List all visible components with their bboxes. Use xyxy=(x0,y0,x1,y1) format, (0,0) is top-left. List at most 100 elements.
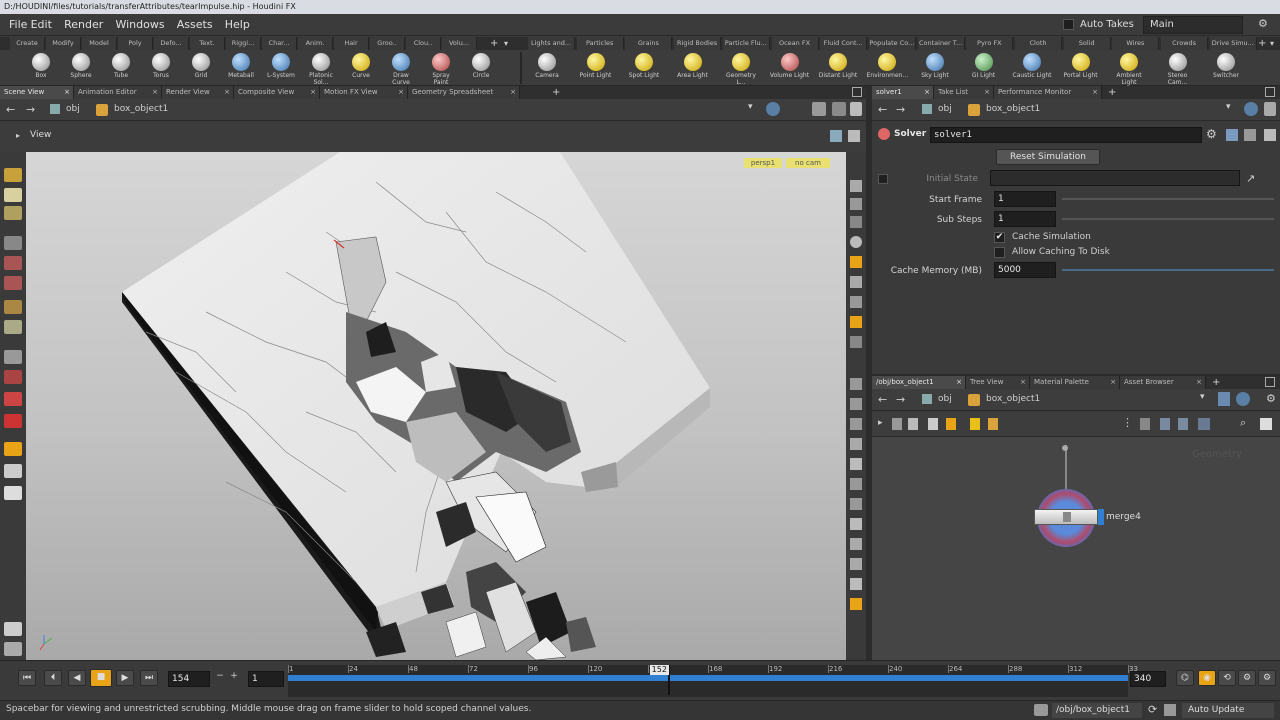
shelf-tool[interactable]: GI Light xyxy=(964,51,1004,85)
cache-memory-field[interactable]: 5000 xyxy=(994,262,1056,278)
rotate-tool-icon[interactable] xyxy=(4,256,22,270)
shelf-tab[interactable]: Pyro FX xyxy=(966,37,1014,50)
net-path-root[interactable]: obj xyxy=(938,394,952,404)
path-root[interactable]: obj xyxy=(66,104,80,114)
global-animation-icon[interactable]: ⚙ xyxy=(1258,670,1276,686)
tab-close-icon[interactable]: × xyxy=(1092,86,1098,99)
shelf-tool[interactable]: Geometry L... xyxy=(721,51,761,86)
hull-icon[interactable] xyxy=(850,518,862,530)
viewer-help-icon[interactable] xyxy=(850,102,862,116)
shelf-tool[interactable]: Grid xyxy=(184,51,218,85)
shelf-tool[interactable]: Caustic Light xyxy=(1012,51,1052,85)
play-reverse-icon[interactable]: ◀ xyxy=(68,670,86,686)
parm-path-root[interactable]: obj xyxy=(938,104,952,114)
tab-close-icon[interactable]: × xyxy=(398,86,404,99)
paint-tool-icon[interactable] xyxy=(4,320,22,334)
scale-tool-icon[interactable] xyxy=(4,276,22,290)
start-frame-slider[interactable] xyxy=(1062,198,1274,200)
shelf-tab[interactable]: Defo... xyxy=(154,37,189,50)
shelf-tab[interactable]: Container T... xyxy=(917,37,965,50)
refresh-icon[interactable]: ⟳ xyxy=(1148,703,1157,716)
vertex-icon[interactable] xyxy=(850,458,862,470)
shelf-tool[interactable]: Stereo Cam... xyxy=(1158,51,1198,86)
current-frame-field[interactable]: 154 xyxy=(168,671,210,687)
node-link-icon[interactable] xyxy=(1244,129,1256,141)
shelf-tool[interactable]: Platonic Sol... xyxy=(304,51,338,86)
shelf-tool[interactable]: Torus xyxy=(144,51,178,85)
display-options-icon[interactable] xyxy=(812,102,826,116)
shelf-tool[interactable]: Circle xyxy=(464,51,498,85)
forward-arrow-icon[interactable]: → xyxy=(26,103,35,116)
play-forward-icon[interactable]: ▶ xyxy=(116,670,134,686)
brush-tool-icon[interactable] xyxy=(4,300,22,314)
viewer-snap-icon[interactable] xyxy=(830,130,842,142)
node-info-icon[interactable] xyxy=(1226,129,1238,141)
shelf-tab[interactable]: Populate Co... xyxy=(868,37,916,50)
net-layout-icon[interactable] xyxy=(892,418,902,430)
parm-back-icon[interactable]: ← xyxy=(878,103,887,116)
shelf-tool[interactable]: Area Light xyxy=(673,51,713,85)
shelf-tab[interactable]: Groo.. xyxy=(370,37,405,50)
pose-tool-icon[interactable] xyxy=(4,236,22,250)
shading-icon[interactable] xyxy=(850,236,862,248)
collapse-arrow-icon[interactable]: ▸ xyxy=(16,131,20,140)
snap-magnet-icon[interactable] xyxy=(4,414,22,428)
headlight-icon[interactable] xyxy=(850,256,862,268)
breakpoint-icon[interactable] xyxy=(850,538,862,550)
shelf-tab[interactable]: Fluid Cont... xyxy=(820,37,868,50)
allow-caching-checkbox[interactable] xyxy=(994,247,1005,258)
move-tool-icon[interactable] xyxy=(4,188,22,202)
grid-icon[interactable] xyxy=(850,558,862,570)
object-path-field[interactable]: /obj/box_object1 xyxy=(1052,703,1142,718)
shelf-tab[interactable]: Drive Simu... xyxy=(1209,37,1257,50)
bg-image-icon[interactable] xyxy=(850,578,862,590)
menu-assets[interactable]: Assets xyxy=(177,18,213,31)
camera-tool-icon[interactable] xyxy=(4,464,22,478)
node-help-icon[interactable] xyxy=(1264,129,1276,141)
shelf-tool[interactable]: Curve xyxy=(344,51,378,85)
handle-tool-icon[interactable] xyxy=(4,206,22,220)
shelf-tab[interactable]: Ocean FX xyxy=(771,37,819,50)
lasso-tool-icon[interactable] xyxy=(4,370,22,384)
tab-close-icon[interactable]: × xyxy=(310,86,316,99)
net-path-dropdown-icon[interactable]: ▾ xyxy=(1200,392,1205,402)
view-tool-icon[interactable] xyxy=(4,442,22,456)
net-thumbnail-icon[interactable] xyxy=(1198,418,1210,430)
tab-close-icon[interactable]: × xyxy=(510,86,516,99)
shelf-tool[interactable]: Camera xyxy=(527,51,567,85)
shelf-tool[interactable]: Environmen... xyxy=(867,51,908,85)
scene-tab[interactable]: Motion FX View × xyxy=(320,86,408,99)
menu-file[interactable]: File xyxy=(9,14,27,36)
net-tree-icon[interactable] xyxy=(1178,418,1188,430)
scene-tab[interactable]: Render View × xyxy=(162,86,234,99)
safe-area-icon[interactable] xyxy=(850,198,862,210)
ghost-icon[interactable] xyxy=(850,216,862,228)
tab-close-icon[interactable]: × xyxy=(1020,376,1026,389)
parm-forward-icon[interactable]: → xyxy=(896,103,905,116)
maximize-net-icon[interactable] xyxy=(1265,377,1275,387)
sub-steps-field[interactable]: 1 xyxy=(994,211,1056,227)
shelf-tab[interactable]: Char... xyxy=(262,37,297,50)
point-display-icon[interactable] xyxy=(850,336,862,348)
net-snap-icon[interactable] xyxy=(1140,418,1150,430)
add-shelf-right-icon[interactable]: + xyxy=(1258,37,1266,50)
path-dropdown-icon[interactable]: ▾ xyxy=(748,102,753,112)
select-tool-icon[interactable] xyxy=(4,168,22,182)
light-icon[interactable] xyxy=(850,276,862,288)
point-numbers-icon[interactable] xyxy=(850,418,862,430)
shelf-tab[interactable]: Create xyxy=(10,37,45,50)
shelf-tab[interactable]: Volu... xyxy=(442,37,477,50)
shelf-tool[interactable]: Tube xyxy=(104,51,138,85)
shelf-tab[interactable]: Poly xyxy=(118,37,153,50)
prim-numbers-icon[interactable] xyxy=(850,398,862,410)
auto-update-select[interactable]: Auto Update xyxy=(1182,703,1274,718)
no-cam-menu[interactable]: no cam xyxy=(786,158,830,168)
shelf-tool[interactable]: Ambient Light xyxy=(1109,51,1149,86)
viewer-close-icon[interactable] xyxy=(848,130,860,142)
shelf-tab[interactable]: Rigid Bodies xyxy=(674,37,722,50)
jump-end-icon[interactable]: ⏭ xyxy=(140,670,158,686)
add-net-tab-icon[interactable]: + xyxy=(1212,376,1220,389)
initial-state-browse-icon[interactable]: ↗ xyxy=(1246,172,1255,185)
shadow-icon[interactable] xyxy=(850,296,862,308)
network-tab[interactable]: Tree View × xyxy=(966,376,1030,389)
